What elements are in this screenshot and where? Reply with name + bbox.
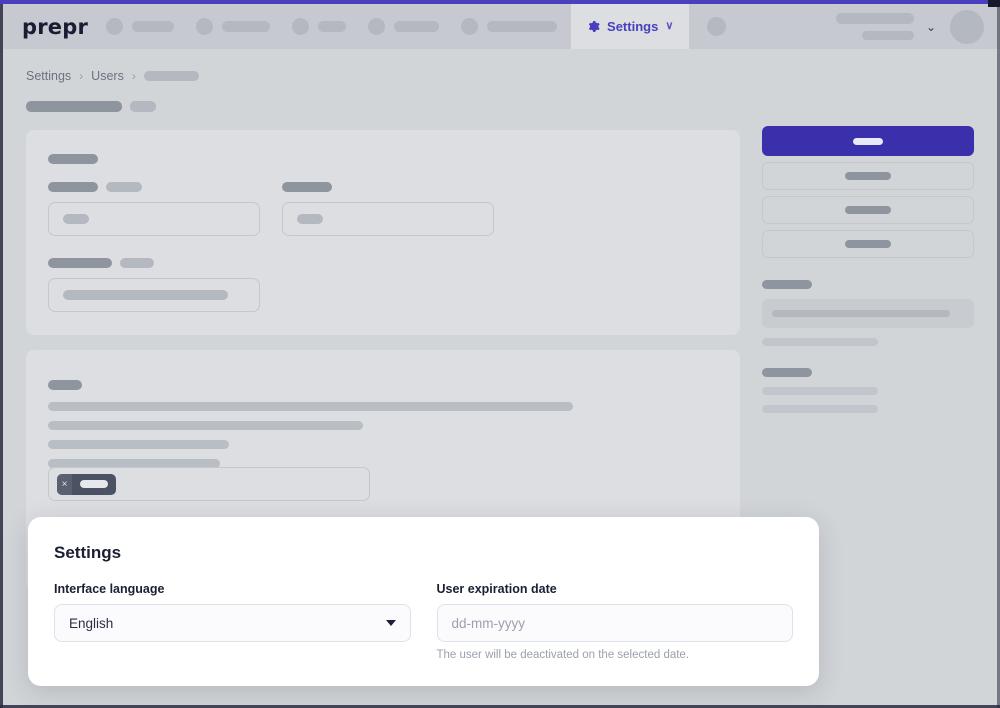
interface-language-selected-value: English <box>69 615 114 631</box>
nav-items-group <box>106 18 558 35</box>
tab-settings-label: Settings <box>607 19 659 34</box>
chevron-down-icon: ⌄ <box>925 19 936 34</box>
save-button[interactable] <box>762 126 974 156</box>
interface-language-field-group: Interface language English <box>54 582 411 661</box>
chevron-down-icon <box>385 620 396 626</box>
page-title <box>26 101 156 112</box>
sidebar-group-label-skeleton <box>762 280 812 289</box>
field-label-group <box>48 258 260 268</box>
nav-item-5[interactable] <box>461 18 558 35</box>
settings-modal: Settings Interface language English User… <box>28 517 819 686</box>
close-icon[interactable]: × <box>57 473 72 495</box>
sidebar-field-value-skeleton <box>772 310 950 317</box>
field-label-skeleton <box>48 258 112 268</box>
sidebar-readonly-field <box>762 299 974 328</box>
breadcrumb-item-current-skeleton <box>143 71 199 81</box>
field-hint-skeleton <box>120 258 154 268</box>
nav-item-2[interactable] <box>196 18 271 35</box>
tab-settings[interactable]: Settings ∨ <box>571 4 690 49</box>
field-hint-skeleton <box>106 182 142 192</box>
profile-field-2-input[interactable] <box>282 202 494 236</box>
topbar-right-group: ⌄ <box>835 9 1000 44</box>
circle-placeholder-icon <box>106 18 124 35</box>
window-accent-rail <box>0 0 1000 4</box>
top-navigation-bar: prepr Settings ∨ ⌄ <box>0 4 1000 49</box>
nav-item-label-skeleton <box>394 21 440 32</box>
circle-placeholder-icon <box>196 18 214 35</box>
modal-fields-grid: Interface language English User expirati… <box>54 582 793 661</box>
secondary-action-button-1[interactable] <box>762 162 974 190</box>
button-label-skeleton <box>845 172 891 180</box>
nav-item-3[interactable] <box>292 18 347 35</box>
role-tag-chip[interactable]: × <box>57 473 116 495</box>
user-menu[interactable]: ⌄ <box>835 13 936 40</box>
nav-item-label-skeleton <box>487 21 558 32</box>
circle-placeholder-icon <box>461 18 479 35</box>
circle-placeholder-icon <box>292 18 310 35</box>
card-section-title-skeleton <box>48 154 98 164</box>
breadcrumb-item-users[interactable]: Users <box>91 69 124 83</box>
secondary-action-button-3[interactable] <box>762 230 974 258</box>
user-menu-skeleton <box>835 13 914 40</box>
field-label-skeleton <box>282 182 332 192</box>
actions-sidebar <box>762 126 974 423</box>
avatar[interactable] <box>950 9 984 44</box>
breadcrumb-item-settings[interactable]: Settings <box>26 69 71 83</box>
page-subtitle-skeleton <box>130 101 156 112</box>
field-label-group <box>48 182 260 192</box>
profile-field-1-input[interactable] <box>48 202 260 236</box>
user-name-skeleton <box>835 13 914 24</box>
nav-item-4[interactable] <box>368 18 440 35</box>
interface-language-label: Interface language <box>54 582 165 596</box>
sidebar-meta-line <box>762 338 878 346</box>
circle-placeholder-icon <box>368 18 386 35</box>
breadcrumb: Settings › Users › <box>26 69 199 83</box>
sidebar-meta-line <box>762 387 878 395</box>
field-value-skeleton <box>297 214 323 224</box>
roles-tag-input[interactable]: × <box>48 467 370 501</box>
user-expiration-date-label: User expiration date <box>436 582 557 596</box>
paragraph-line <box>48 440 229 449</box>
paragraph-line <box>48 402 573 411</box>
user-expiration-date-field-group: User expiration date The user will be de… <box>436 582 793 661</box>
field-value-skeleton <box>63 290 228 300</box>
field-label-group <box>282 182 494 192</box>
user-expiration-date-helper-text: The user will be deactivated on the sele… <box>436 649 690 661</box>
field-label-skeleton <box>48 182 98 192</box>
secondary-action-button-2[interactable] <box>762 196 974 224</box>
sidebar-group-1 <box>762 280 974 346</box>
gear-icon <box>587 20 600 33</box>
nav-item-label-skeleton <box>222 21 271 32</box>
sidebar-group-2 <box>762 368 974 413</box>
breadcrumb-separator: › <box>79 69 84 83</box>
user-role-skeleton <box>861 31 914 40</box>
save-button-label-skeleton <box>853 137 883 145</box>
interface-language-select[interactable]: English <box>54 604 411 642</box>
sidebar-meta-line <box>762 405 878 413</box>
nav-item-label-skeleton <box>132 21 175 32</box>
breadcrumb-separator: › <box>131 69 136 83</box>
roles-description-skeleton <box>48 402 573 468</box>
nav-item-1[interactable] <box>106 18 175 35</box>
app-logo[interactable]: prepr <box>22 15 88 39</box>
button-label-skeleton <box>845 206 891 214</box>
window-corner-marker <box>988 0 1000 7</box>
paragraph-line <box>48 421 363 430</box>
field-value-skeleton <box>63 214 89 224</box>
modal-title: Settings <box>54 543 122 562</box>
nav-item-label-skeleton <box>318 21 347 32</box>
circle-placeholder-icon <box>707 17 727 36</box>
card-section-title-skeleton <box>48 380 82 390</box>
page-title-skeleton <box>26 101 122 112</box>
chevron-down-icon: ∨ <box>665 20 674 32</box>
window-left-border <box>0 0 3 708</box>
button-label-skeleton <box>845 240 891 248</box>
profile-details-card <box>26 130 740 335</box>
role-tag-label-skeleton <box>72 480 116 488</box>
profile-field-3-input[interactable] <box>48 278 260 312</box>
sidebar-group-label-skeleton <box>762 368 812 377</box>
user-expiration-date-input[interactable] <box>436 604 793 642</box>
